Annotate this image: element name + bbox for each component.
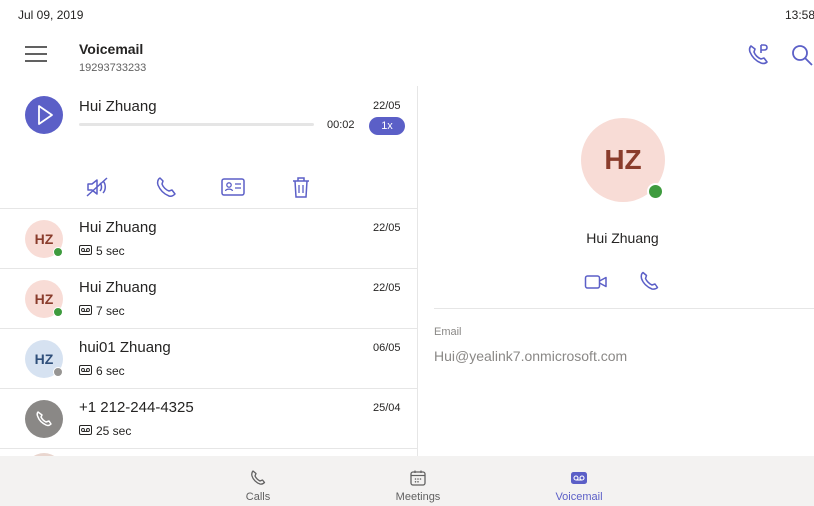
voicemail-item[interactable]: HZ Hui Zhuang 22/05 7 sec [0,269,417,329]
voicemail-date: 25/04 [373,402,401,414]
phone-number-icon [36,411,52,427]
voicemail-item[interactable]: +1 212-244-4325 25/04 25 sec [0,389,417,449]
video-call-icon[interactable] [584,272,608,292]
divider [434,308,814,309]
voicemail-date: 22/05 [373,282,401,294]
presence-available-indicator [53,307,63,317]
call-icon[interactable] [638,270,660,292]
voicemail-item-expanded[interactable]: Hui Zhuang 22/05 00:02 1x [0,86,417,209]
app-header: Voicemail 19293733233 [0,28,814,86]
contact-name: Hui Zhuang [586,230,659,246]
status-time: 13:58 [785,8,814,22]
call-icon[interactable] [153,174,179,200]
voicemail-duration: 6 sec [96,364,125,378]
voicemail-duration: 25 sec [96,424,132,438]
presence-offline-indicator [53,367,63,377]
caller-name: hui01 Zhuang [79,339,171,356]
own-number: 19293733233 [79,62,147,74]
nav-meetings[interactable]: Meetings [368,456,468,506]
presence-available-indicator [647,183,664,200]
delete-icon[interactable] [288,174,314,200]
voicemail-date: 06/05 [373,342,401,354]
caller-name: Hui Zhuang [79,219,157,236]
nav-label: Calls [245,491,271,503]
caller-name: Hui Zhuang [79,279,157,296]
caller-name: Hui Zhuang [79,98,157,115]
nav-calls[interactable]: Calls [208,456,308,506]
voicemail-icon [79,365,92,375]
voicemail-duration: 7 sec [96,304,125,318]
contact-card-icon[interactable] [220,174,246,200]
presence-available-indicator [53,247,63,257]
status-date: Jul 09, 2019 [18,8,84,22]
nav-label: Voicemail [555,491,603,503]
voicemail-icon [571,472,587,484]
voicemail-date: 22/05 [373,100,401,112]
playback-duration: 00:02 [327,119,355,131]
voicemail-item[interactable]: HZ hui01 Zhuang 06/05 6 sec [0,329,417,389]
email-label: Email [434,326,462,338]
bottom-nav: Calls Meetings Voicemail [0,456,814,506]
play-button[interactable] [25,96,63,134]
contact-detail: HZ Hui Zhuang Email Hui@yealink7.onmicro… [419,86,814,456]
search-icon[interactable] [790,43,814,67]
status-bar: Jul 09, 2019 13:58 [0,0,814,28]
voicemail-list[interactable]: Hui Zhuang 22/05 00:02 1x HZ Hui Zhuang … [0,86,418,456]
voicemail-duration: 5 sec [96,244,125,258]
voicemail-icon [79,305,92,315]
voicemail-icon [79,245,92,255]
avatar [25,400,63,438]
menu-icon[interactable] [24,44,48,64]
play-icon [38,105,53,125]
calendar-icon [410,470,426,486]
playback-progress[interactable] [79,123,314,126]
playback-speed-button[interactable]: 1x [369,117,405,135]
voicemail-icon [79,425,92,435]
nav-label: Meetings [395,491,441,503]
page-title: Voicemail [79,41,144,57]
phone-icon [251,470,266,485]
nav-voicemail[interactable]: Voicemail [529,456,629,506]
caller-name: +1 212-244-4325 [79,399,194,416]
email-value[interactable]: Hui@yealink7.onmicrosoft.com [434,348,627,364]
voicemail-date: 22/05 [373,222,401,234]
voicemail-item[interactable]: HZ Hui Zhuang 22/05 5 sec [0,209,417,269]
mute-speaker-icon[interactable] [84,174,110,200]
call-park-icon[interactable] [746,42,772,68]
